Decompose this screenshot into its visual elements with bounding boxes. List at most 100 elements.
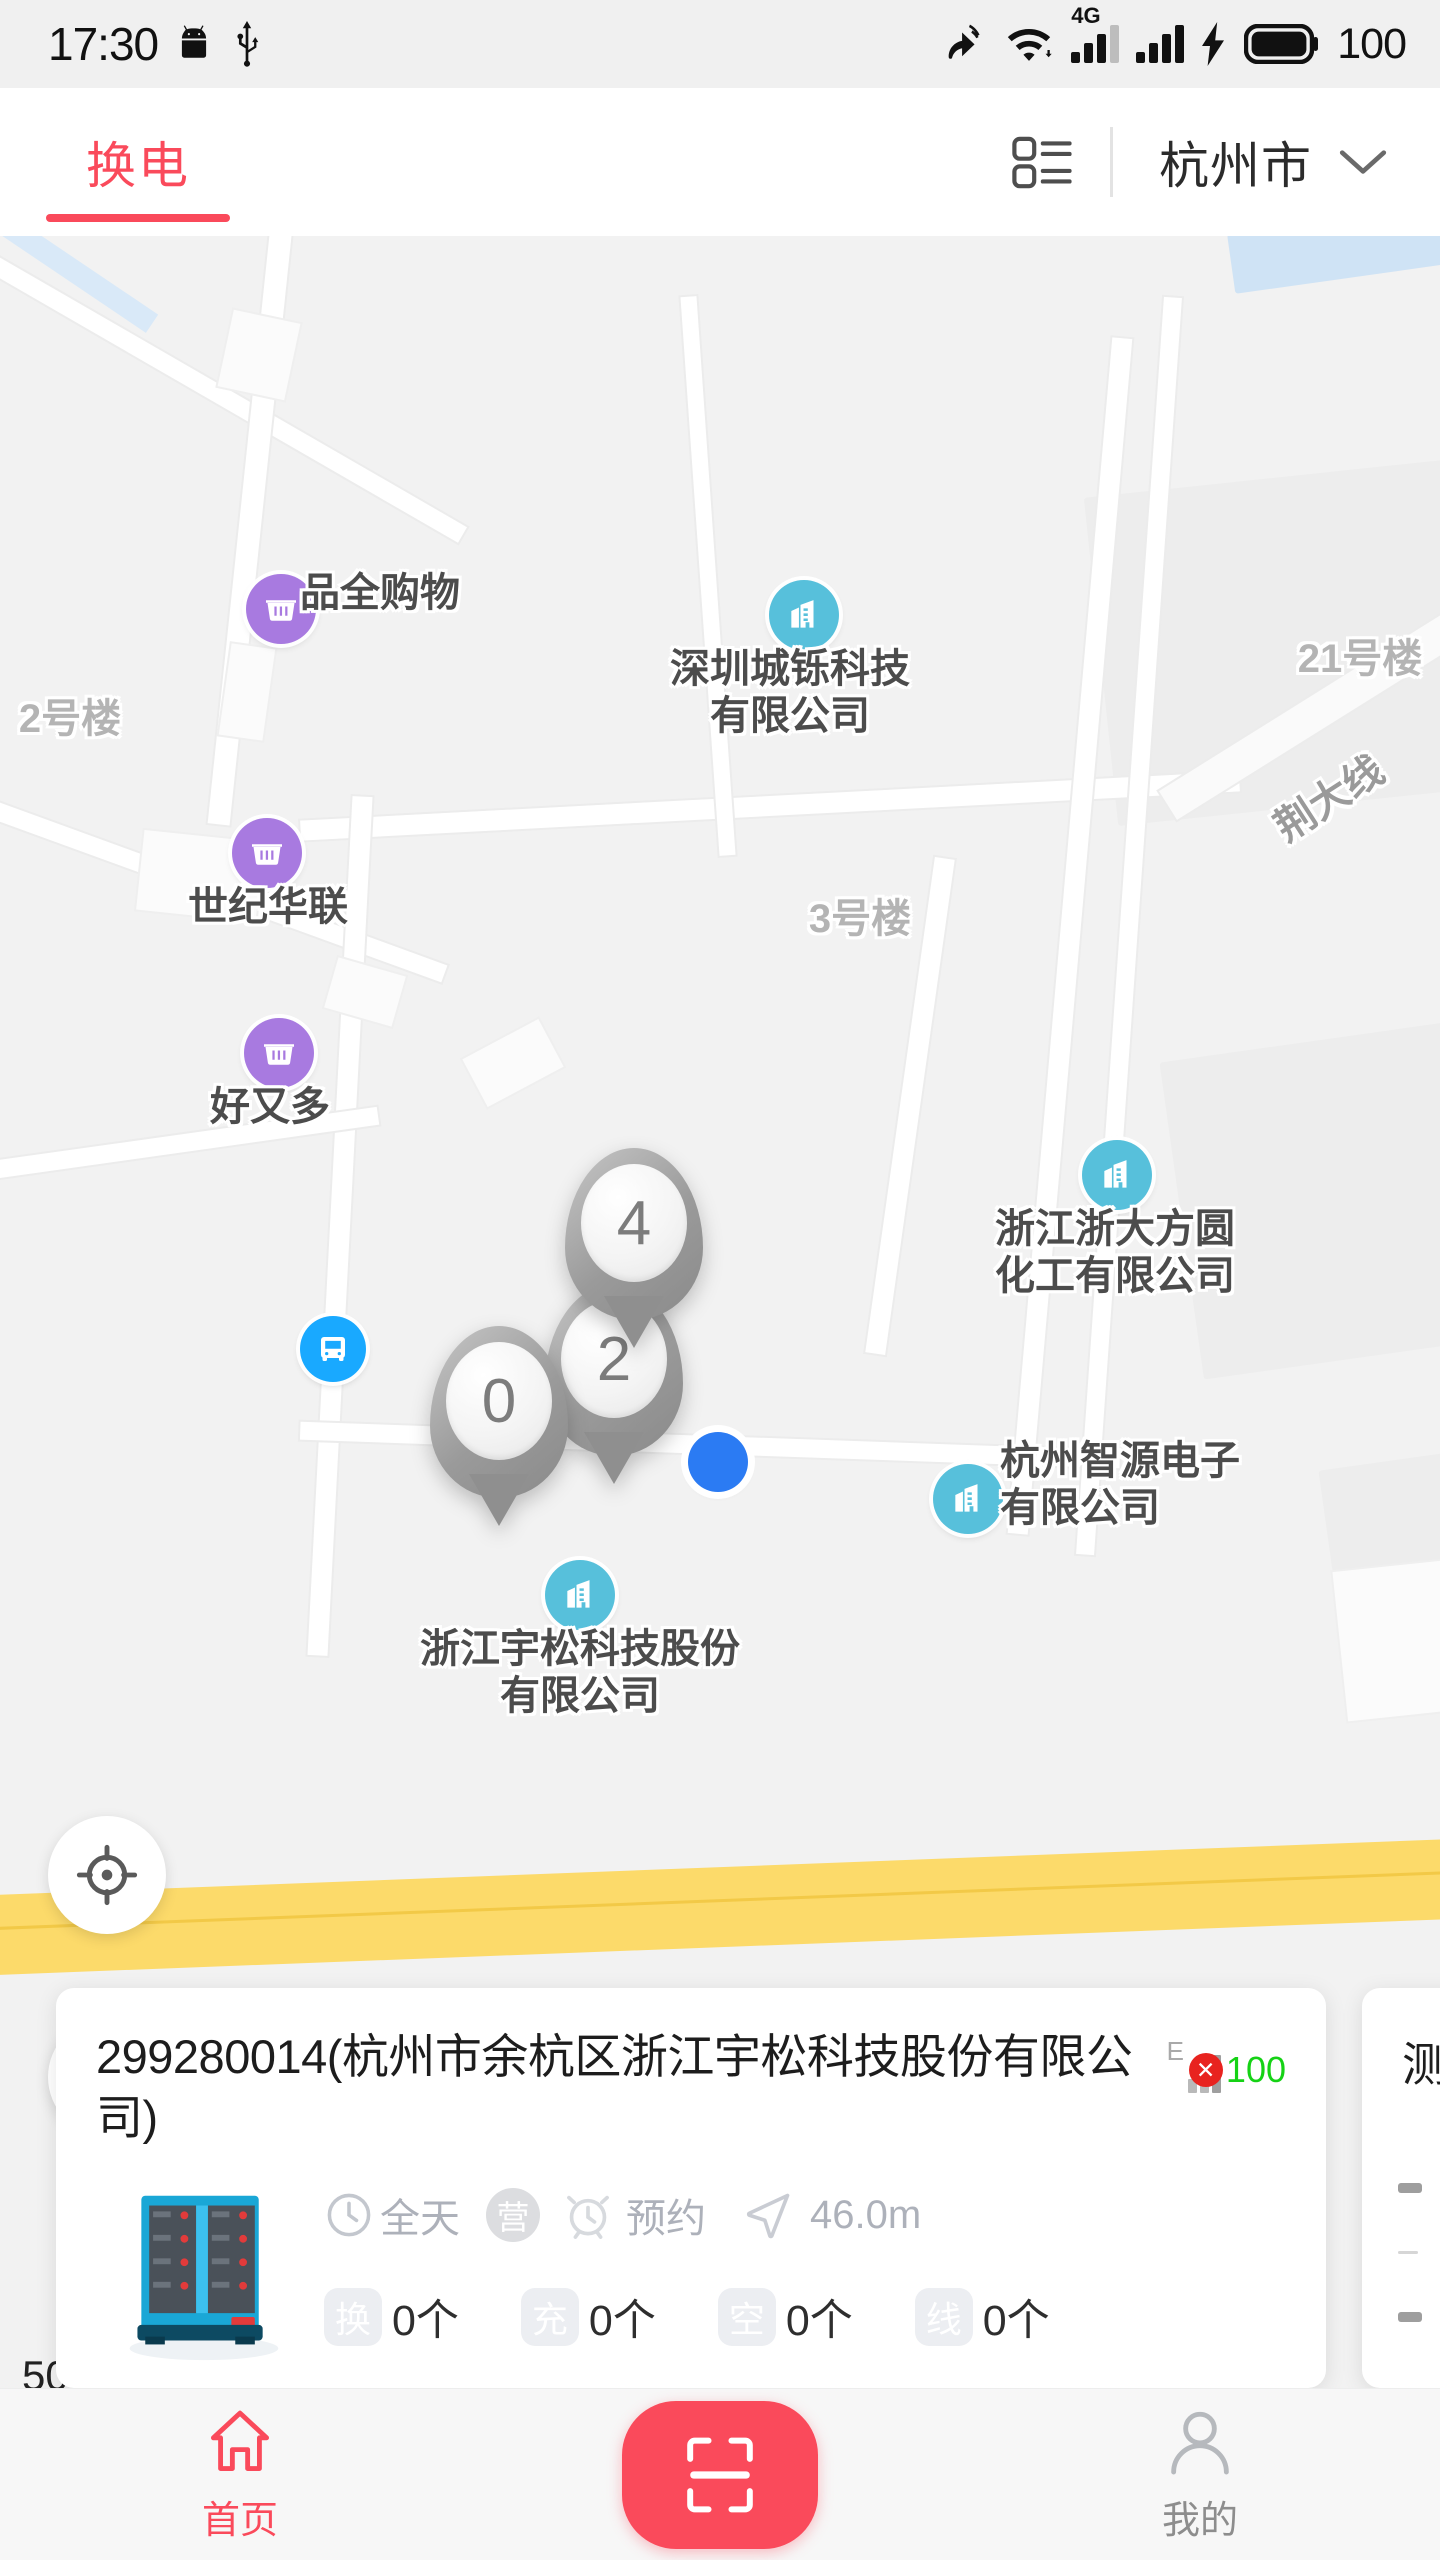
battery-percent: 100 [1337, 19, 1407, 68]
chevron-down-icon [1339, 150, 1387, 174]
count-item-line: 线 0个 [914, 2286, 1050, 2348]
map-building [1332, 1560, 1440, 1722]
tab-swap[interactable]: 换电 [46, 88, 230, 236]
home-icon [210, 2410, 270, 2472]
map-building [217, 309, 301, 401]
poi-marker-bus-stop[interactable] [300, 1316, 366, 1382]
crosshair-icon [76, 1844, 138, 1906]
building-icon [791, 600, 814, 628]
map-road [0, 1106, 380, 1184]
network-type-label: 4G [1071, 3, 1101, 28]
poi-marker-business[interactable] [1082, 1140, 1152, 1210]
map-road [680, 296, 736, 856]
list-view-button[interactable] [976, 129, 1110, 195]
poi-marker-shop[interactable] [232, 818, 302, 888]
person-icon [1171, 2411, 1229, 2475]
nav-item-home[interactable]: 首页 [0, 2389, 480, 2560]
station-cluster-pin[interactable]: 0 [430, 1326, 568, 1498]
tab-active-underline [46, 214, 230, 222]
map-major-road [0, 1834, 1440, 1978]
poi-marker-business[interactable] [933, 1464, 1003, 1534]
poi-marker-shop[interactable] [246, 574, 316, 644]
scan-qr-icon [687, 2437, 753, 2512]
nav-label-profile: 我的 [1161, 2500, 1238, 2542]
station-open-badge: 营 [486, 2188, 540, 2243]
poi-label: 品全购物 [300, 571, 460, 615]
shopping-basket-icon [266, 600, 296, 621]
signal-prefix-label: E [1166, 2036, 1184, 2066]
count-badge-charge: 充 [520, 2288, 579, 2347]
station-card-title-row: 299280014(杭州市余杭区浙江宇松科技股份有限公司) E ✕ 100 [96, 2026, 1286, 2148]
shopping-basket-icon [264, 1044, 294, 1065]
bottom-nav: 首页 我的 [0, 2388, 1440, 2560]
station-card-title: 299280014(杭州市余杭区浙江宇松科技股份有限公司) [96, 2030, 1133, 2145]
shopping-basket-icon [252, 844, 282, 865]
map-building [462, 1018, 564, 1108]
battery-cabinet-image [102, 2174, 302, 2374]
building-icon [567, 1580, 590, 1608]
user-location-dot [688, 1432, 748, 1492]
station-cluster-count: 0 [481, 1366, 517, 1436]
map-road [0, 247, 467, 543]
battery-cabinet-svg [129, 2195, 279, 2361]
city-selector[interactable]: 杭州市 [1113, 126, 1404, 198]
battery-icon [1244, 24, 1319, 64]
locate-button[interactable] [48, 1816, 166, 1934]
station-card-carousel[interactable]: 299280014(杭州市余杭区浙江宇松科技股份有限公司) E ✕ 100 全天… [0, 1988, 1440, 2388]
map-road [1007, 337, 1133, 1535]
map-building [324, 957, 406, 1027]
poi-marker-business[interactable] [769, 580, 839, 650]
tab-swap-label: 换电 [86, 138, 190, 194]
vibrate-icon [948, 24, 980, 59]
count-value-swap: 0个 [392, 2297, 459, 2346]
header-right: 杭州市 [976, 126, 1440, 198]
status-bar-left: 17:30 [48, 17, 264, 71]
scroll-mark [1398, 2251, 1418, 2254]
building-icon [1104, 1160, 1127, 1188]
usb-icon [237, 21, 259, 67]
station-card-next-title: 测 [1402, 2038, 1440, 2091]
station-hours-row: 全天 营 预约 46.0m [324, 2186, 1286, 2244]
nav-item-profile[interactable]: 我的 [960, 2389, 1440, 2560]
count-item-swap: 换 0个 [324, 2286, 459, 2348]
android-robot-icon [182, 25, 207, 58]
charging-bolt-icon [1202, 22, 1225, 66]
count-value-empty: 0个 [785, 2297, 853, 2346]
4g-signal-icon: 4G [1071, 5, 1120, 63]
count-value-charge: 0个 [588, 2297, 656, 2346]
station-cluster-count: 4 [616, 1188, 652, 1258]
status-time: 17:30 [48, 18, 159, 70]
count-badge-line: 线 [914, 2288, 973, 2347]
list-view-icon [1012, 136, 1072, 189]
station-signal-badge: E ✕ 100 [1167, 2026, 1286, 2093]
scroll-mark [1398, 2312, 1422, 2322]
map-road [1076, 296, 1182, 1556]
station-cluster-pin[interactable]: 4 [565, 1148, 703, 1320]
poi-marker-business[interactable] [545, 1560, 615, 1630]
count-badge-empty: 空 [717, 2288, 776, 2347]
station-card-body: 全天 营 预约 46.0m 换 0个 充 0个 空 0个 线 0个 [96, 2174, 1286, 2374]
station-reserve-label: 预约 [626, 2197, 706, 2242]
app-header: 换电 杭州市 [0, 88, 1440, 236]
status-bar-right: 4G 100 [941, 5, 1407, 69]
station-counts-row: 换 0个 充 0个 空 0个 线 0个 [324, 2286, 1286, 2348]
station-card-info: 全天 营 预约 46.0m 换 0个 充 0个 空 0个 线 0个 [302, 2174, 1286, 2374]
navigation-arrow-icon [746, 2193, 790, 2239]
map-building-label: 2号楼 [18, 697, 122, 741]
alarm-clock-icon [567, 2196, 609, 2240]
clock-icon [327, 2193, 371, 2237]
count-item-empty: 空 0个 [717, 2286, 853, 2348]
poi-label: 深圳城铄科技 有限公司 [670, 647, 910, 739]
tab-strip: 换电 [0, 88, 230, 236]
bus-icon [321, 1337, 345, 1361]
nav-scan-wrap [480, 2400, 960, 2549]
poi-marker-shop[interactable] [244, 1018, 314, 1088]
map-road [300, 771, 1240, 841]
offline-status-icon: ✕ [1188, 2053, 1223, 2087]
scan-button[interactable] [622, 2400, 818, 2549]
map-water [1227, 236, 1440, 294]
count-badge-swap: 换 [324, 2288, 382, 2347]
station-card[interactable]: 299280014(杭州市余杭区浙江宇松科技股份有限公司) E ✕ 100 全天… [56, 1988, 1326, 2388]
signal-value: 100 [1225, 2049, 1286, 2090]
station-distance: 46.0m [810, 2192, 922, 2237]
